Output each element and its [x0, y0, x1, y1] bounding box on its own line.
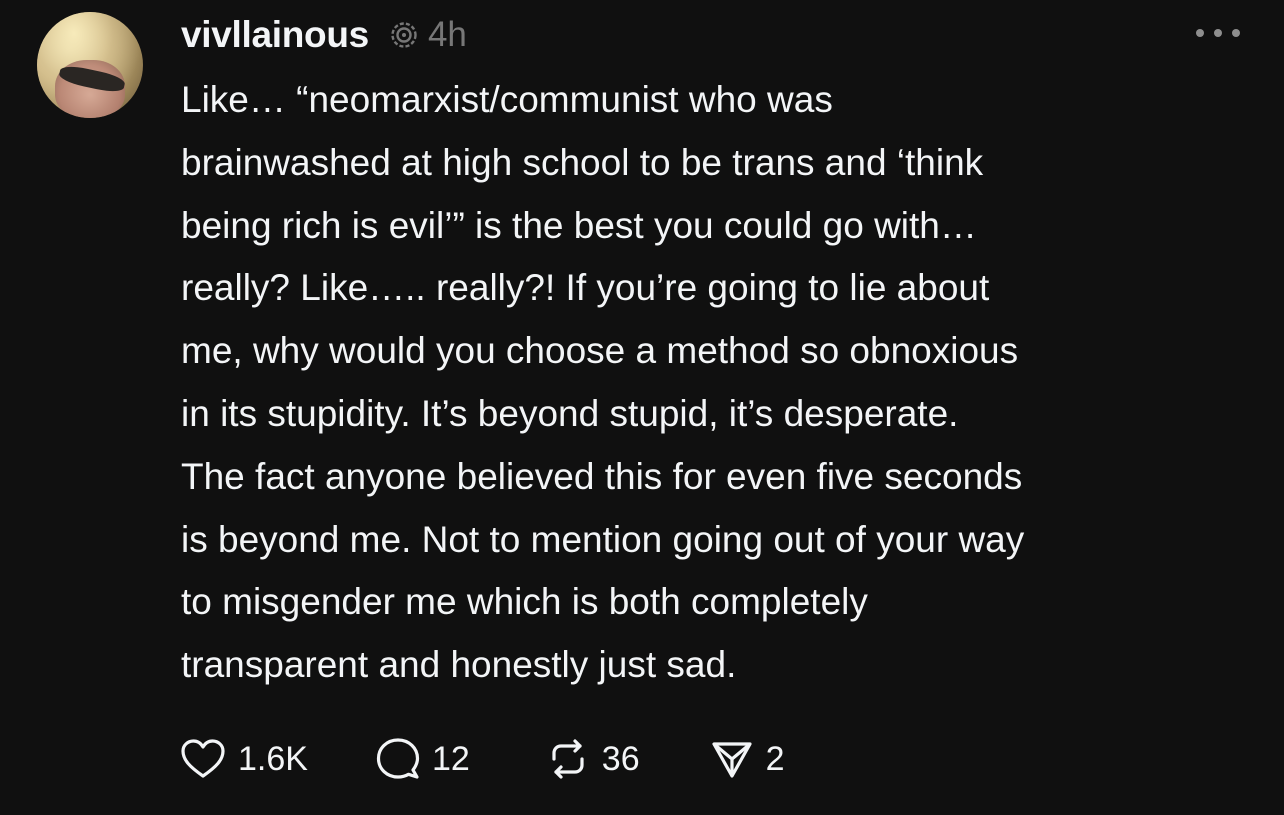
- post-text-line: brainwashed at high school to be trans a…: [181, 141, 984, 183]
- post-text-line: to misgender me which is both completely: [181, 581, 868, 623]
- post-text-line: in its stupidity. It’s beyond stupid, it…: [181, 392, 959, 434]
- share-count: 2: [765, 739, 785, 778]
- post-text-line: Like… “neomarxist/communist who was: [181, 79, 833, 120]
- post-text: Like… “neomarxist/communist who was brai…: [181, 69, 1261, 697]
- thread-post: vivllainous 4h Like… “neomarxist/communi…: [0, 0, 1284, 815]
- like-count: 1.6K: [238, 739, 308, 778]
- repost-count: 36: [601, 739, 640, 778]
- post-text-line: really? Like….. really?! If you’re going…: [181, 267, 990, 309]
- post-text-line: The fact anyone believed this for even f…: [181, 455, 1023, 497]
- post-header: vivllainous 4h: [181, 13, 467, 57]
- avatar[interactable]: [37, 12, 143, 118]
- send-icon: [712, 742, 752, 778]
- comment-icon: [376, 738, 420, 779]
- post-text-line: being rich is evil’” is the best you cou…: [181, 204, 977, 246]
- username[interactable]: vivllainous: [181, 14, 369, 56]
- like-button[interactable]: 1.6K: [180, 738, 308, 780]
- reply-count: 12: [431, 739, 470, 778]
- action-bar: 1.6K 12 36 2: [180, 734, 827, 784]
- share-button[interactable]: 2: [710, 737, 785, 781]
- post-time: 4h: [427, 15, 467, 54]
- reply-button[interactable]: 12: [376, 737, 470, 781]
- more-options-button[interactable]: [1196, 26, 1240, 40]
- more-dots-icon: [1196, 29, 1204, 37]
- threads-icon: [389, 20, 419, 50]
- repost-icon: [552, 739, 584, 779]
- post-text-line: transparent and honestly just sad.: [181, 644, 737, 686]
- post-text-line: me, why would you choose a method so obn…: [181, 330, 1019, 372]
- post-text-line: is beyond me. Not to mention going out o…: [181, 518, 1025, 560]
- heart-icon: [181, 739, 225, 778]
- repost-button[interactable]: 36: [546, 737, 640, 781]
